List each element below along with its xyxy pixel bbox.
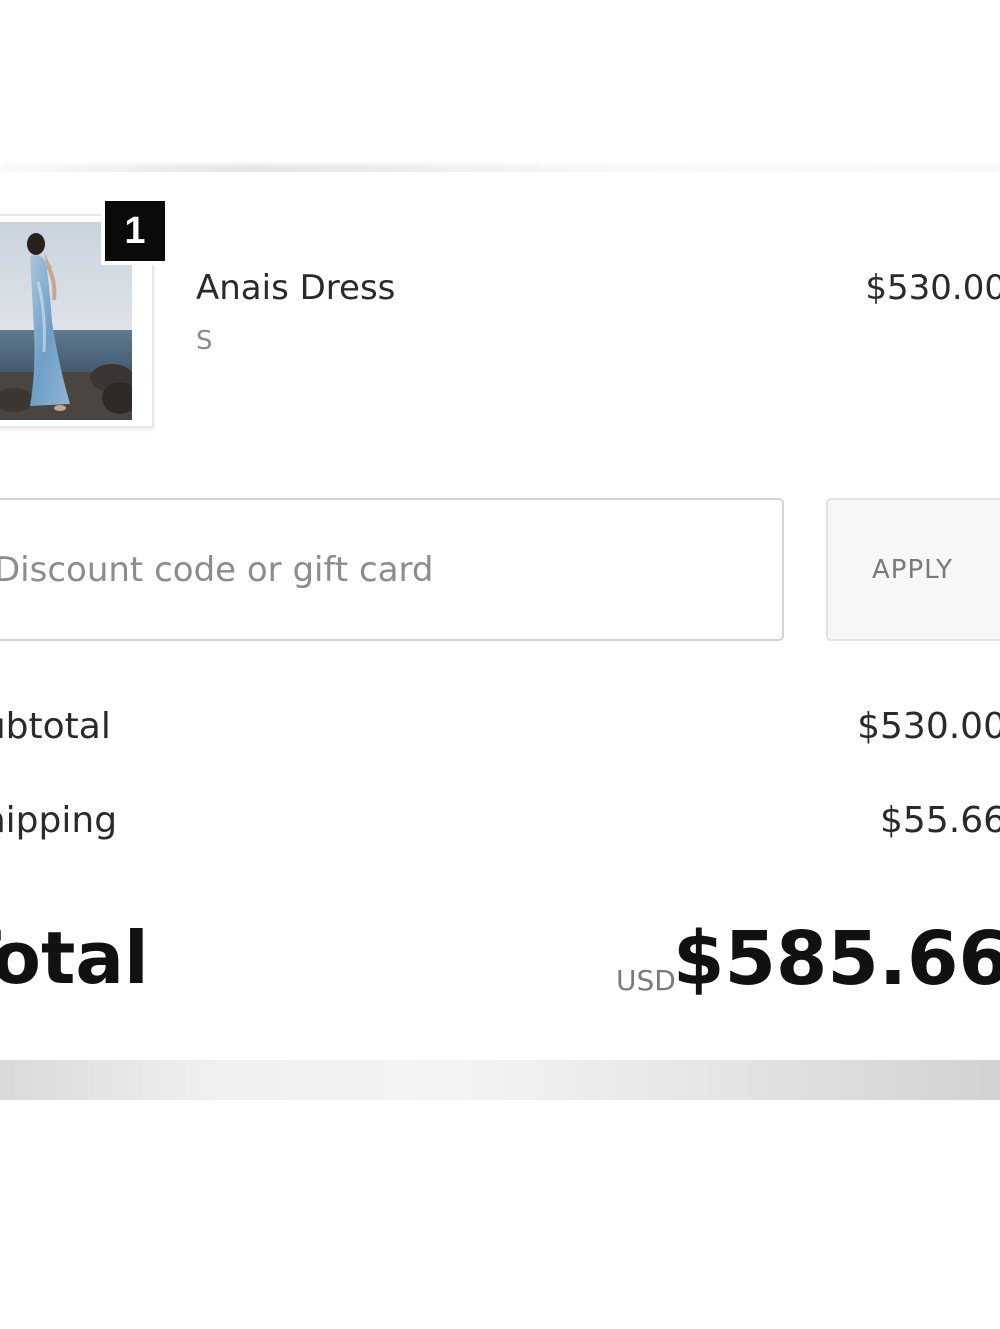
- product-variant: S: [196, 326, 213, 356]
- shipping-label: Shipping: [0, 800, 118, 841]
- product-name: Anais Dress: [196, 268, 396, 308]
- subtotal-label: Subtotal: [0, 706, 111, 747]
- currency-code: USD: [616, 964, 676, 997]
- card-bottom-shadow: [0, 1060, 1000, 1100]
- apply-discount-button[interactable]: APPLY: [826, 498, 1000, 641]
- total-label: Total: [0, 916, 149, 1000]
- product-price: $530.00: [865, 268, 1000, 308]
- quantity-badge: 1: [101, 197, 169, 265]
- total-value: $585.66: [672, 916, 1000, 1002]
- order-summary-page: 1 Anais Dress S $530.00 APPLY Subtotal $…: [0, 0, 1000, 1329]
- discount-code-input[interactable]: [0, 498, 784, 641]
- subtotal-value: $530.00: [857, 706, 1000, 747]
- shipping-value: $55.66: [880, 800, 1000, 841]
